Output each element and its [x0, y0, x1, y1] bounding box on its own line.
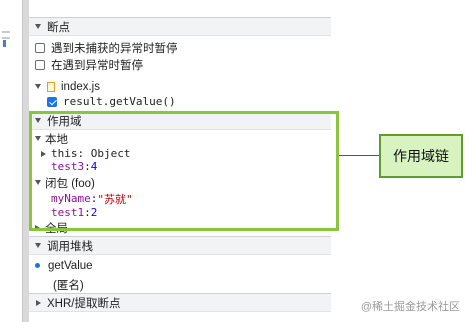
- panel-resizer[interactable]: [22, 0, 29, 322]
- variable-name: test1: [51, 206, 85, 219]
- current-frame-icon: [35, 263, 40, 268]
- watermark-text: @稀土掘金技术社区: [360, 301, 460, 313]
- callstack-frame-label: (匿名): [53, 279, 84, 292]
- scope-global-label: 全局: [45, 222, 68, 235]
- colon-separator: :: [84, 206, 91, 219]
- callstack-frame-label: getValue: [48, 259, 93, 272]
- breakpoint-line-code: result.getValue(): [63, 95, 176, 108]
- scope-chain-callout: 作用域链: [379, 134, 463, 178]
- breakpoints-header-label: 断点: [47, 21, 70, 34]
- gutter-marker: [3, 40, 6, 47]
- scope-section-header[interactable]: 作用域: [29, 111, 331, 130]
- callstack-frame[interactable]: (匿名): [53, 276, 84, 293]
- pause-caught-checkbox[interactable]: [35, 59, 45, 70]
- scope-closure-label: 闭包 (foo): [45, 177, 95, 190]
- expand-triangle-icon[interactable]: [35, 118, 41, 123]
- breakpoint-enabled-checkbox[interactable]: [47, 96, 57, 107]
- expand-triangle-icon[interactable]: [35, 224, 40, 231]
- variable-name: test3: [51, 160, 85, 173]
- variable-row-test3[interactable]: test3: 4: [51, 158, 97, 175]
- colon-separator: :: [84, 160, 91, 173]
- js-file-icon: [47, 81, 55, 92]
- callout-connector-line: [339, 155, 379, 156]
- xhr-header-label: XHR/提取断点: [47, 297, 121, 310]
- scope-header-label: 作用域: [47, 115, 82, 128]
- breakpoint-line-row[interactable]: result.getValue(): [29, 93, 176, 110]
- breakpoint-file-name: index.js: [61, 80, 100, 93]
- pause-uncaught-label: 遇到未捕获的异常时暂停: [51, 42, 178, 55]
- expand-triangle-icon[interactable]: [35, 136, 41, 141]
- callstack-section-header[interactable]: 调用堆栈: [29, 236, 331, 255]
- breakpoints-section-header[interactable]: 断点: [29, 17, 331, 36]
- gutter-mark: [2, 31, 10, 33]
- expand-triangle-icon[interactable]: [41, 150, 46, 157]
- expand-triangle-icon[interactable]: [35, 24, 41, 29]
- variable-value: 2: [90, 206, 98, 219]
- pause-caught-row[interactable]: 在遇到异常时暂停: [29, 56, 143, 73]
- scope-closure-row[interactable]: 闭包 (foo): [29, 174, 95, 191]
- scope-global-row[interactable]: 全局: [29, 219, 68, 236]
- expand-triangle-icon[interactable]: [35, 180, 41, 185]
- variable-value: 4: [90, 160, 98, 173]
- gutter-mark: [2, 37, 10, 39]
- screenshot-root: 断点 遇到未捕获的异常时暂停 在遇到异常时暂停 index.js result.…: [0, 0, 474, 322]
- xhr-section-header[interactable]: XHR/提取断点: [29, 293, 331, 312]
- expand-triangle-icon[interactable]: [35, 84, 41, 89]
- pause-caught-label: 在遇到异常时暂停: [51, 59, 143, 72]
- debugger-sidebar: 断点 遇到未捕获的异常时暂停 在遇到异常时暂停 index.js result.…: [29, 0, 331, 322]
- callstack-frame-current[interactable]: getValue: [29, 257, 93, 274]
- collapse-triangle-icon[interactable]: [36, 299, 41, 306]
- variable-value: "苏就": [97, 192, 133, 206]
- pause-uncaught-row[interactable]: 遇到未捕获的异常时暂停: [29, 39, 178, 56]
- callstack-header-label: 调用堆栈: [47, 240, 93, 253]
- expand-triangle-icon[interactable]: [35, 243, 41, 248]
- callout-label: 作用域链: [393, 148, 449, 164]
- editor-gutter: [0, 0, 18, 322]
- pause-uncaught-checkbox[interactable]: [35, 42, 45, 53]
